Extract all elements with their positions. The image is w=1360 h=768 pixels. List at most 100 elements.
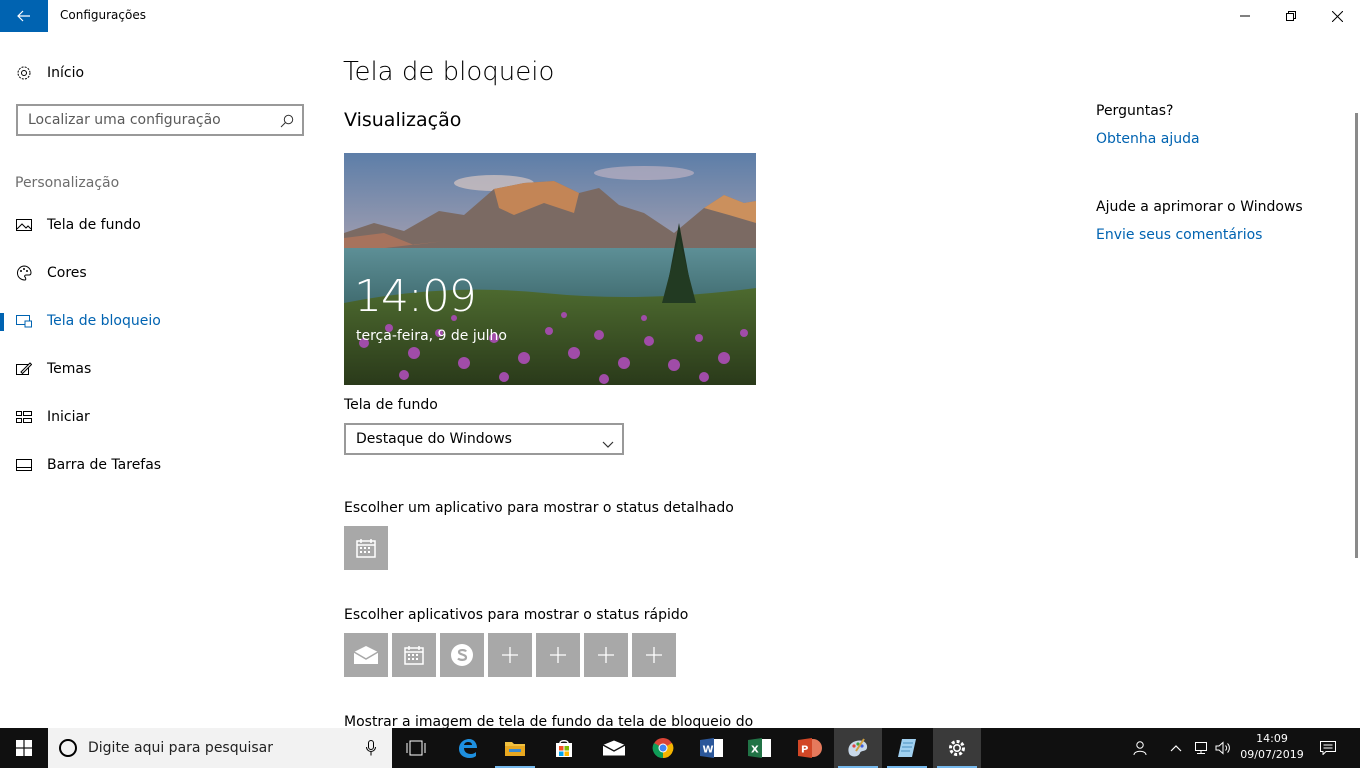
taskbar-search-box[interactable]: Digite aqui para pesquisar — [48, 728, 392, 768]
gear-icon — [949, 740, 965, 756]
sidebar-item-taskbar[interactable]: Barra de Tarefas — [0, 445, 320, 485]
add-icon — [646, 647, 662, 663]
sidebar-home-label: Início — [47, 65, 85, 81]
network-icon — [1195, 742, 1207, 754]
sidebar-item-background[interactable]: Tela de fundo — [0, 205, 320, 245]
close-icon — [1331, 10, 1343, 22]
notepad-icon — [898, 739, 916, 757]
lock-screen-icon — [16, 313, 32, 329]
start-layout-icon — [16, 409, 32, 425]
action-center-button[interactable] — [1316, 728, 1340, 768]
chrome-icon — [652, 738, 674, 759]
minimize-icon — [1240, 15, 1250, 17]
taskbar-app-powerpoint[interactable]: P — [786, 728, 834, 768]
start-button[interactable] — [0, 728, 48, 768]
taskbar-app-paint[interactable] — [834, 728, 882, 768]
preview-time: 14:09 — [354, 271, 477, 322]
gear-icon — [16, 65, 32, 81]
search-placeholder: Localizar uma configuração — [28, 112, 221, 128]
background-label: Tela de fundo — [344, 397, 438, 413]
taskbar-app-store[interactable] — [540, 728, 588, 768]
taskbar-app-excel[interactable]: X — [736, 728, 784, 768]
sidebar-item-label: Temas — [47, 361, 92, 377]
microphone-icon[interactable] — [366, 740, 376, 756]
selection-indicator — [0, 313, 4, 331]
quick-status-app-mail[interactable] — [344, 633, 388, 677]
chevron-up-icon — [1170, 745, 1182, 752]
taskbar-app-edge[interactable] — [443, 728, 491, 768]
skype-icon — [451, 644, 473, 666]
sidebar-item-label: Tela de fundo — [47, 217, 141, 233]
window-title: Configurações — [60, 8, 146, 22]
sidebar-item-colors[interactable]: Cores — [0, 253, 320, 293]
task-view-icon — [406, 740, 426, 756]
restore-icon — [1286, 11, 1296, 21]
paint-icon — [848, 738, 868, 757]
taskbar-app-chrome[interactable] — [639, 728, 687, 768]
windows-logo-icon — [16, 740, 32, 756]
settings-search-input[interactable]: Localizar uma configuração — [16, 104, 304, 136]
detailed-status-app-button[interactable] — [344, 526, 388, 570]
people-button[interactable] — [1128, 728, 1152, 768]
clock-date: 09/07/2019 — [1240, 748, 1304, 761]
page-title: Tela de bloqueio — [343, 57, 555, 87]
title-bar: Configurações — [0, 0, 1360, 32]
taskbar-app-notepad[interactable] — [883, 728, 931, 768]
feedback-link[interactable]: Envie seus comentários — [1096, 227, 1262, 243]
notifications-icon — [1320, 741, 1336, 755]
show-hidden-icons-button[interactable] — [1166, 728, 1186, 768]
questions-header: Perguntas? — [1096, 103, 1174, 119]
quick-status-app-calendar[interactable] — [392, 633, 436, 677]
quick-status-add-slot[interactable] — [536, 633, 580, 677]
mail-icon — [602, 740, 626, 756]
svg-text:W: W — [703, 745, 714, 756]
add-icon — [598, 647, 614, 663]
picture-icon — [16, 217, 32, 233]
taskbar-app-file-explorer[interactable] — [491, 728, 539, 768]
quick-status-label: Escolher aplicativos para mostrar o stat… — [344, 607, 689, 623]
quick-status-add-slot[interactable] — [632, 633, 676, 677]
restore-button[interactable] — [1268, 0, 1314, 32]
palette-icon — [16, 265, 32, 281]
background-dropdown-value: Destaque do Windows — [356, 431, 512, 447]
preview-date: terça-feira, 9 de julho — [356, 328, 507, 344]
volume-button[interactable] — [1212, 728, 1234, 768]
themes-icon — [16, 361, 32, 377]
store-icon — [556, 740, 572, 757]
section-header: Personalização — [15, 175, 120, 191]
scrollbar[interactable] — [1355, 113, 1358, 558]
taskbar-clock[interactable]: 14:09 09/07/2019 — [1232, 731, 1312, 763]
quick-status-app-skype[interactable] — [440, 633, 484, 677]
taskbar: Digite aqui para pesquisar W X P 14:09 0… — [0, 728, 1360, 768]
taskbar-app-settings[interactable] — [933, 728, 981, 768]
chevron-down-icon — [602, 434, 614, 453]
add-icon — [502, 647, 518, 663]
taskbar-app-mail[interactable] — [590, 728, 638, 768]
quick-status-add-slot[interactable] — [488, 633, 532, 677]
background-dropdown[interactable]: Destaque do Windows — [344, 423, 624, 455]
excel-icon: X — [748, 738, 771, 758]
search-icon — [280, 113, 294, 132]
sidebar-item-lock-screen[interactable]: Tela de bloqueio — [0, 301, 320, 341]
quick-status-add-slot[interactable] — [584, 633, 628, 677]
improve-windows-header: Ajude a aprimorar o Windows — [1096, 199, 1303, 215]
sidebar-item-label: Barra de Tarefas — [47, 457, 162, 473]
minimize-button[interactable] — [1222, 0, 1268, 32]
network-button[interactable] — [1190, 728, 1212, 768]
people-icon — [1133, 741, 1147, 756]
sidebar-item-themes[interactable]: Temas — [0, 349, 320, 389]
sidebar-home[interactable]: Início — [0, 53, 320, 93]
task-view-button[interactable] — [392, 728, 440, 768]
taskbar-app-word[interactable]: W — [688, 728, 736, 768]
sidebar-item-start[interactable]: Iniciar — [0, 397, 320, 437]
close-button[interactable] — [1314, 0, 1360, 32]
mail-icon — [353, 646, 379, 664]
sidebar-item-label: Tela de bloqueio — [47, 313, 161, 329]
landscape-image — [344, 153, 756, 385]
back-arrow-icon — [17, 10, 30, 22]
edge-icon — [459, 739, 477, 758]
clock-time: 14:09 — [1256, 732, 1288, 745]
back-button[interactable] — [0, 0, 48, 32]
calendar-icon — [404, 646, 424, 665]
get-help-link[interactable]: Obtenha ajuda — [1096, 131, 1200, 147]
